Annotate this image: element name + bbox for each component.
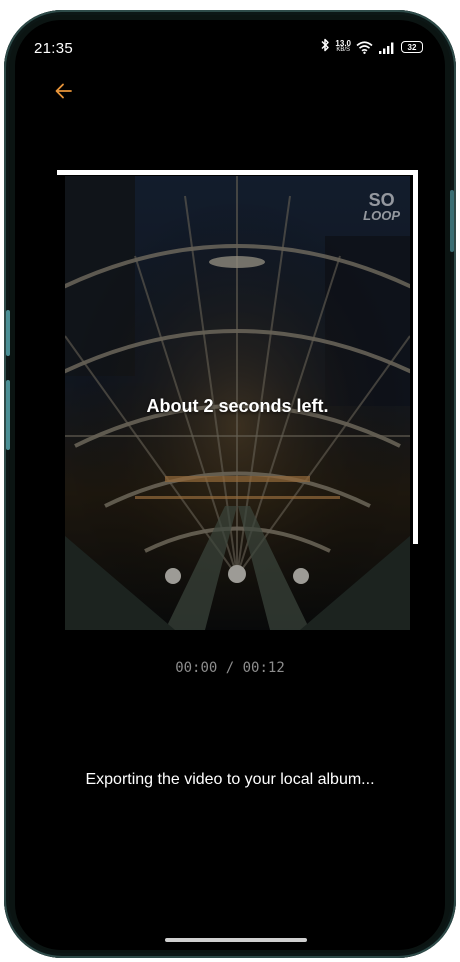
- video-frame: SO LOOP About 2 seconds left.: [65, 176, 410, 630]
- power-button: [450, 190, 454, 252]
- playback-time: 00:00 / 00:12: [175, 660, 285, 676]
- export-progress-text: About 2 seconds left.: [146, 396, 329, 416]
- battery-indicator: 32: [401, 41, 423, 53]
- home-indicator[interactable]: [165, 938, 307, 942]
- status-icons: 13.0 KB/S 32: [320, 38, 423, 56]
- signal-icon: [378, 41, 396, 54]
- video-preview: SO LOOP About 2 seconds left.: [57, 170, 418, 630]
- watermark-top: SO: [368, 190, 395, 210]
- network-speed-value: 13.0: [335, 39, 351, 48]
- volume-down-button: [6, 380, 10, 450]
- export-message: Exporting the video to your local album.…: [85, 771, 375, 788]
- screen: 21:35 13.0 KB/S 32 SO LOOP About 2 secon…: [15, 20, 445, 950]
- status-bar: 21:35 13.0 KB/S 32: [15, 20, 445, 72]
- back-button[interactable]: [49, 78, 79, 104]
- wifi-icon: [356, 40, 373, 54]
- network-speed: 13.0 KB/S: [335, 40, 351, 54]
- watermark-bottom: LOOP: [363, 208, 400, 223]
- volume-up-button: [6, 310, 10, 356]
- soloop-watermark: SO LOOP: [363, 190, 400, 224]
- network-speed-unit: KB/S: [336, 47, 351, 53]
- status-time: 21:35: [34, 40, 74, 57]
- bluetooth-icon: [320, 38, 330, 56]
- arrow-left-icon: [55, 83, 72, 99]
